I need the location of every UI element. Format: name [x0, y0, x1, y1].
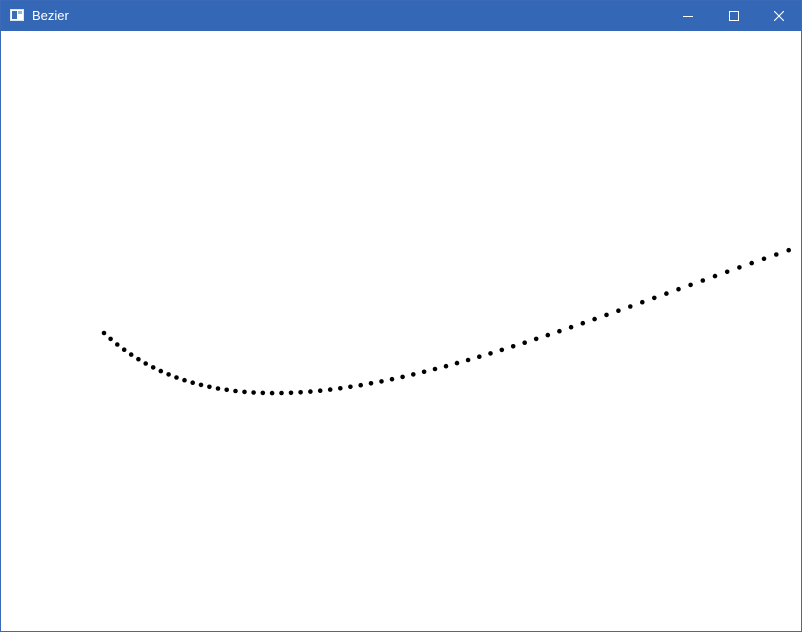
curve-point: [712, 273, 718, 279]
curve-point: [242, 389, 247, 395]
curve-point: [522, 340, 527, 346]
curve-point: [592, 316, 597, 322]
curve-point: [108, 336, 113, 342]
curve-point: [499, 347, 505, 353]
curve-point: [166, 372, 171, 377]
curve-point: [568, 324, 574, 330]
curve-point: [190, 380, 195, 386]
curve-point: [207, 384, 212, 390]
curve-point: [379, 379, 384, 384]
curve-point: [604, 312, 609, 318]
curve-point: [317, 388, 323, 394]
curve-point: [400, 374, 405, 380]
curve-point: [143, 361, 148, 366]
curve-point: [737, 265, 742, 270]
curve-point: [368, 381, 374, 386]
curve-point: [664, 291, 669, 296]
curve-point: [348, 384, 353, 390]
curve-point: [443, 363, 449, 369]
curve-point: [700, 278, 706, 283]
curve-point: [224, 387, 229, 393]
curve-point: [545, 332, 551, 338]
curve-point: [724, 269, 730, 275]
drawing-canvas[interactable]: [1, 31, 801, 631]
curve-point: [676, 286, 681, 292]
curve-point: [389, 376, 395, 382]
curve-point: [510, 344, 516, 349]
curve-point: [182, 377, 187, 383]
curve-point: [233, 388, 238, 394]
curve-point: [174, 375, 179, 380]
window-app-icon: [10, 9, 24, 21]
curve-point: [488, 351, 493, 356]
curve-point: [136, 356, 141, 362]
curve-point: [269, 390, 275, 396]
curve-point: [101, 330, 107, 336]
curve-point: [786, 247, 791, 253]
curve-point: [580, 320, 586, 326]
curve-point: [327, 387, 333, 392]
curve-point: [761, 256, 767, 262]
minimize-button[interactable]: [665, 1, 711, 31]
curve-point: [279, 390, 284, 396]
curve-point: [215, 386, 221, 391]
curve-point: [158, 368, 164, 374]
curve-point: [640, 299, 645, 305]
curve-point: [465, 357, 471, 363]
curve-point: [358, 382, 364, 388]
curve-point: [432, 366, 438, 372]
close-icon: [774, 11, 784, 21]
curve-point: [198, 382, 204, 388]
maximize-button[interactable]: [711, 1, 757, 31]
curve-point: [308, 389, 313, 394]
app-window: Bezier: [0, 0, 802, 632]
curve-point: [260, 390, 266, 396]
curve-point: [288, 390, 294, 396]
curve-point: [298, 390, 303, 395]
close-button[interactable]: [756, 1, 802, 31]
curve-point: [477, 354, 482, 360]
curve-point: [652, 295, 657, 301]
curve-point: [115, 342, 120, 347]
curve-point: [749, 260, 754, 266]
curve-point: [557, 328, 562, 334]
window-title: Bezier: [32, 8, 69, 23]
bezier-curve-plot: [101, 247, 791, 396]
curve-point: [121, 347, 127, 353]
curve-point: [628, 304, 633, 309]
minimize-icon: [683, 16, 693, 17]
curve-point: [411, 372, 416, 377]
curve-point: [688, 282, 693, 288]
curve-point: [251, 390, 256, 395]
curve-point: [150, 365, 156, 370]
curve-point: [616, 308, 621, 314]
curve-point: [338, 386, 343, 391]
curve-point: [774, 252, 779, 257]
curve-point: [128, 352, 134, 357]
maximize-icon: [729, 11, 739, 21]
curve-point: [533, 336, 539, 342]
curve-point: [421, 369, 427, 375]
title-bar[interactable]: Bezier: [1, 1, 801, 31]
curve-point: [454, 360, 460, 366]
